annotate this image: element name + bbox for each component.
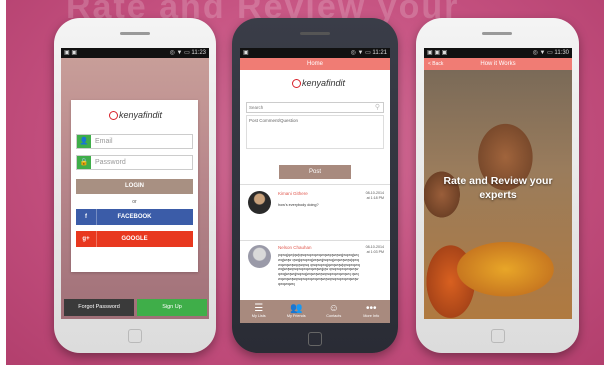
nav-label: Contacts bbox=[326, 314, 342, 318]
lock-icon: 🔒 bbox=[77, 156, 91, 169]
password-placeholder: Password bbox=[95, 159, 126, 166]
login-button[interactable]: LOGIN bbox=[76, 179, 193, 194]
app-header: Home bbox=[240, 58, 390, 70]
phone-how-it-works: ▣ ▣ ▣ ◎ ▼ ▭ 11:30 < Back How it Works Ra… bbox=[416, 18, 579, 353]
how-it-works-screen: ▣ ▣ ▣ ◎ ▼ ▭ 11:30 < Back How it Works Ra… bbox=[424, 48, 572, 319]
avatar bbox=[248, 191, 271, 214]
post-body: how's everybody doing? bbox=[278, 203, 319, 207]
post-author: Nelson Chauhan bbox=[278, 245, 312, 250]
people-icon: 👥 bbox=[290, 303, 303, 314]
email-field[interactable]: 👤 Email bbox=[76, 134, 193, 149]
status-icons-left: ▣ bbox=[243, 50, 249, 56]
app-header: < Back How it Works bbox=[424, 58, 572, 70]
contacts-icon: ☺ bbox=[328, 303, 339, 314]
avatar bbox=[248, 245, 271, 268]
list-item[interactable]: Nelson Chauhan 08-10-2014 at 1:03 PM pqw… bbox=[246, 242, 384, 298]
list-icon: ☰ bbox=[254, 303, 264, 314]
app-logo: kenyafindit bbox=[292, 78, 345, 88]
home-button bbox=[491, 329, 505, 343]
header-title: How it Works bbox=[480, 61, 516, 67]
logo-text: kenyafindit bbox=[119, 110, 163, 120]
sign-up-button[interactable]: Sign Up bbox=[137, 299, 207, 316]
nav-label: My Friends bbox=[286, 314, 306, 318]
post-time: 08-10-2014 at 1:18 PM bbox=[365, 191, 384, 200]
magnifier-icon bbox=[109, 111, 118, 120]
home-button bbox=[308, 332, 322, 346]
nav-more-info[interactable]: ••• More Info bbox=[353, 300, 391, 323]
or-separator: or bbox=[132, 199, 137, 205]
search-input[interactable]: Search ⚲ bbox=[246, 102, 384, 113]
facebook-icon: f bbox=[76, 209, 97, 225]
bottom-nav: ☰ My Lists 👥 My Friends ☺ Contacts ••• More … bbox=[240, 300, 390, 323]
comment-placeholder: Post Comment/Question bbox=[249, 118, 299, 123]
magnifier-icon bbox=[292, 79, 301, 88]
nav-label: More Info bbox=[363, 314, 380, 318]
nav-label: My Lists bbox=[251, 314, 266, 318]
password-field[interactable]: 🔒 Password bbox=[76, 155, 193, 170]
phone-speaker bbox=[300, 32, 330, 35]
forgot-password-button[interactable]: Forgot Password bbox=[64, 299, 134, 316]
status-bar: ▣ ▣ ◎ ▼ ▭ 11:23 bbox=[61, 48, 209, 58]
status-icons-left: ▣ ▣ ▣ bbox=[427, 50, 448, 56]
promo-banner: Rate and Review your ▣ ▣ ◎ ▼ ▭ 11:23 ken… bbox=[6, 0, 604, 365]
google-label: GOOGLE bbox=[121, 236, 148, 242]
login-card: kenyafindit 👤 Email 🔒 Password LOGIN or … bbox=[71, 100, 198, 272]
nav-contacts[interactable]: ☺ Contacts bbox=[315, 300, 353, 323]
post-time: 08-10-2014 at 1:03 PM bbox=[365, 245, 384, 254]
logo-text: kenyafindit bbox=[302, 78, 346, 88]
hero-overlay-text: Rate and Review your experts bbox=[443, 175, 553, 201]
comment-input[interactable]: Post Comment/Question bbox=[246, 115, 384, 149]
nav-my-friends[interactable]: 👥 My Friends bbox=[278, 300, 316, 323]
status-icons-right: ◎ ▼ ▭ 11:23 bbox=[169, 50, 206, 56]
status-bar: ▣ ◎ ▼ ▭ 11:21 bbox=[240, 48, 390, 58]
user-icon: 👤 bbox=[77, 135, 91, 148]
app-logo: kenyafindit bbox=[109, 110, 162, 120]
home-screen: ▣ ◎ ▼ ▭ 11:21 Home kenyafindit Search ⚲ … bbox=[240, 48, 390, 323]
status-icons-right: ◎ ▼ ▭ 11:30 bbox=[532, 50, 569, 56]
nav-my-lists[interactable]: ☰ My Lists bbox=[240, 300, 278, 323]
post-body: pqwqjqwjqwjqwqwqwqwqwqwqqwqwqjwqwqjwqwqj… bbox=[278, 253, 360, 286]
login-screen: ▣ ▣ ◎ ▼ ▭ 11:23 kenyafindit 👤 Email 🔒 Pa… bbox=[61, 48, 209, 319]
facebook-label: FACEBOOK bbox=[117, 214, 152, 220]
search-placeholder: Search bbox=[249, 105, 264, 110]
phone-home: ▣ ◎ ▼ ▭ 11:21 Home kenyafindit Search ⚲ … bbox=[232, 18, 398, 353]
phone-speaker bbox=[120, 32, 150, 35]
post-button[interactable]: Post bbox=[279, 165, 351, 179]
email-placeholder: Email bbox=[95, 138, 113, 145]
divider bbox=[240, 240, 390, 241]
divider bbox=[240, 184, 390, 185]
phone-speaker bbox=[482, 32, 512, 35]
header-title: Home bbox=[306, 61, 323, 67]
post-author: Kimani Githere bbox=[278, 191, 308, 196]
google-plus-icon: g+ bbox=[76, 231, 97, 247]
google-button[interactable]: g+ GOOGLE bbox=[76, 231, 193, 247]
status-icons-right: ◎ ▼ ▭ 11:21 bbox=[350, 50, 387, 56]
back-button[interactable]: < Back bbox=[428, 58, 443, 70]
search-icon: ⚲ bbox=[374, 104, 380, 111]
more-icon: ••• bbox=[365, 303, 377, 314]
home-button bbox=[128, 329, 142, 343]
list-item[interactable]: Kimani Githere 08-10-2014 at 1:18 PM how… bbox=[246, 188, 384, 238]
status-bar: ▣ ▣ ▣ ◎ ▼ ▭ 11:30 bbox=[424, 48, 572, 58]
phone-login: ▣ ▣ ◎ ▼ ▭ 11:23 kenyafindit 👤 Email 🔒 Pa… bbox=[54, 18, 216, 353]
facebook-button[interactable]: f FACEBOOK bbox=[76, 209, 193, 225]
status-icons-left: ▣ ▣ bbox=[64, 50, 78, 56]
